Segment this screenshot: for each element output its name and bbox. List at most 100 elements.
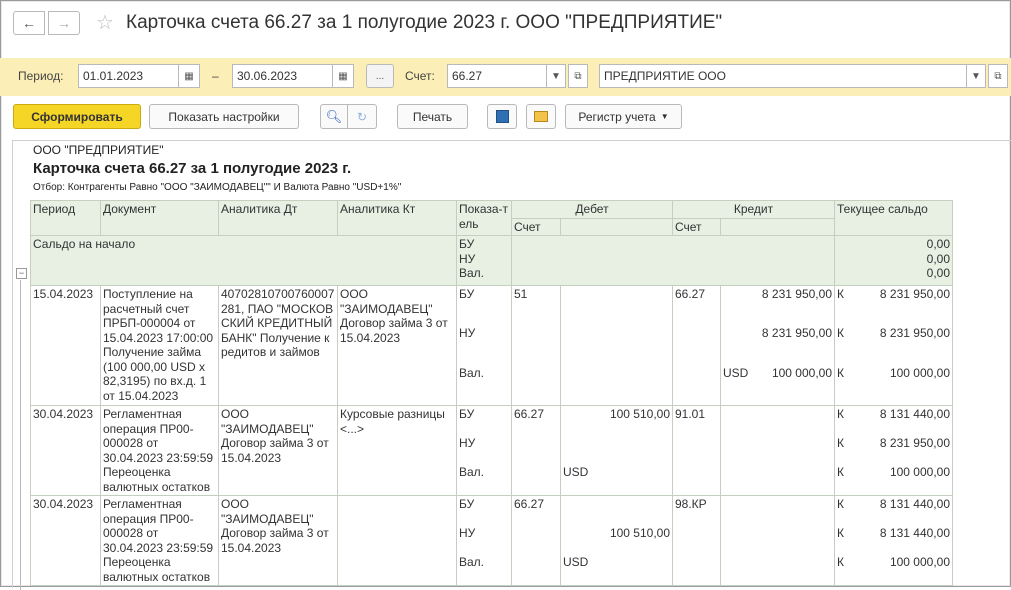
opening-value: 0,00 xyxy=(926,251,950,266)
account-open-button[interactable]: ⧉ xyxy=(568,64,588,88)
send-email-button[interactable] xyxy=(526,104,556,129)
search-button[interactable]: 🔍︎ xyxy=(320,104,348,129)
balance-value: 100 000,00 xyxy=(889,465,950,479)
debit-sum xyxy=(563,436,670,465)
row-debit-sums: 100 510,00 USD xyxy=(560,405,673,496)
opening-value: 0,00 xyxy=(926,237,950,251)
credit-sum: 100 000,00 xyxy=(771,366,832,380)
organization-input[interactable]: ПРЕДПРИЯТИЕ ООО xyxy=(599,64,967,88)
opening-empty xyxy=(511,235,835,286)
row-analytics-dt: ООО "ЗАИМОДАВЕЦ" Договор займа 3 от 15.0… xyxy=(218,495,338,586)
balance-value: 100 000,00 xyxy=(889,555,950,569)
balance-value: 8 231 950,00 xyxy=(879,287,950,301)
balance-line: К 8 131 440,00 xyxy=(837,526,950,555)
balance-side: К xyxy=(837,465,844,479)
indicator: БУ xyxy=(459,287,475,301)
row-document[interactable]: Регламентная операция ПР00-000028 от 30.… xyxy=(100,405,219,496)
table-row[interactable]: 15.04.2023 Поступление на расчетный счет… xyxy=(30,285,953,406)
table-row[interactable]: 30.04.2023 Регламентная операция ПР00-00… xyxy=(30,405,953,496)
balance-line: К 100 000,00 xyxy=(837,366,950,381)
group-collapse-toggle[interactable]: − xyxy=(16,268,27,279)
balance-side: К xyxy=(837,287,844,301)
indicator: Вал. xyxy=(459,266,485,280)
row-indicators: БУ НУ Вал. xyxy=(456,495,512,586)
header-analytics-dt: Аналитика Дт xyxy=(218,200,338,236)
indicator: БУ xyxy=(459,407,475,421)
debit-sum: 100 510,00 xyxy=(609,407,670,421)
header-analytics-kt: Аналитика Кт xyxy=(337,200,457,236)
calendar-to-button[interactable]: ▦ xyxy=(332,64,354,88)
row-analytics-dt: ООО "ЗАИМОДАВЕЦ" Договор займа 3 от 15.0… xyxy=(218,405,338,496)
debit-currency: USD xyxy=(563,555,589,569)
debit-currency: USD xyxy=(563,465,589,479)
balance-value: 8 231 950,00 xyxy=(879,326,950,340)
balance-line: К 8 131 440,00 xyxy=(837,497,950,526)
date-from-input[interactable]: 01.01.2023 xyxy=(78,64,179,88)
page-title: Карточка счета 66.27 за 1 полугодие 2023… xyxy=(126,12,723,33)
back-button[interactable]: ← xyxy=(13,11,45,35)
account-input[interactable]: 66.27 xyxy=(447,64,547,88)
floppy-disk-icon xyxy=(495,110,509,123)
credit-currency: USD xyxy=(723,366,749,380)
search-icon: 🔍︎ xyxy=(325,108,343,124)
report-filter-text: Отбор: Контрагенты Равно "ООО "ЗАИМОДАВЕ… xyxy=(33,182,402,193)
balance-side: К xyxy=(837,555,844,569)
chevron-down-icon: ▼ xyxy=(660,112,669,121)
report-area: ООО "ПРЕДПРИЯТИЕ" Карточка счета 66.27 з… xyxy=(12,140,1011,588)
save-button[interactable] xyxy=(487,104,517,129)
row-period: 30.04.2023 xyxy=(30,405,101,496)
show-settings-button[interactable]: Показать настройки xyxy=(149,104,299,129)
search-clear-button[interactable]: ↻ xyxy=(347,104,377,129)
row-document[interactable]: Регламентная операция ПР00-000028 от 30.… xyxy=(100,495,219,586)
row-balance: К 8 131 440,00 К 8 131 440,00 К 100 000,00 xyxy=(834,495,953,586)
indicator: БУ xyxy=(459,237,475,251)
report-table: Период Документ Аналитика Дт Аналитика К… xyxy=(30,200,953,586)
balance-side: К xyxy=(837,497,844,511)
row-credit-account: 98.КР xyxy=(672,495,721,586)
indicator: Вал. xyxy=(459,465,485,479)
calendar-from-button[interactable]: ▦ xyxy=(178,64,200,88)
balance-value: 8 231 950,00 xyxy=(879,436,950,450)
indicator: НУ xyxy=(459,251,476,266)
indicator: БУ xyxy=(459,497,475,511)
balance-side: К xyxy=(837,407,844,421)
balance-side: К xyxy=(837,436,844,450)
arrow-right-icon: → xyxy=(57,15,71,31)
table-header-row: Период Документ Аналитика Дт Аналитика К… xyxy=(30,200,953,236)
account-dropdown-button[interactable]: ▼ xyxy=(546,64,566,88)
date-to-input[interactable]: 30.06.2023 xyxy=(232,64,333,88)
calendar-icon: ▦ xyxy=(338,70,348,82)
row-document[interactable]: Поступление на расчетный счет ПРБП-00000… xyxy=(100,285,219,406)
forward-button[interactable]: → xyxy=(48,11,80,35)
balance-side: К xyxy=(837,326,844,340)
row-period: 30.04.2023 xyxy=(30,495,101,586)
organization-open-button[interactable]: ⧉ xyxy=(988,64,1008,88)
accounting-register-button[interactable]: Регистр учета ▼ xyxy=(565,104,682,129)
row-credit-account: 91.01 xyxy=(672,405,721,496)
indicator: Вал. xyxy=(459,555,485,569)
organization-dropdown-button[interactable]: ▼ xyxy=(966,64,986,88)
row-analytics-dt: 40702810700760007281, ПАО "МОСКОВСКИЙ КР… xyxy=(218,285,338,406)
generate-button[interactable]: Сформировать xyxy=(13,104,141,129)
header-indicator: Показа-тель xyxy=(456,200,512,236)
header-document: Документ xyxy=(100,200,219,236)
row-debit-sums: 100 510,00 USD xyxy=(560,495,673,586)
row-debit-account: 66.27 xyxy=(511,495,561,586)
balance-line: К 8 231 950,00 xyxy=(837,436,950,465)
period-dash: – xyxy=(212,69,219,83)
credit-sum: 8 231 950,00 xyxy=(761,287,832,301)
envelope-icon xyxy=(534,111,548,122)
period-select-button[interactable]: ... xyxy=(366,64,394,88)
period-label: Период: xyxy=(18,69,64,83)
balance-value: 8 131 440,00 xyxy=(879,526,950,540)
balance-line: К 100 000,00 xyxy=(837,555,950,570)
header-debit: Дебет xyxy=(511,200,673,219)
balance-line: К 8 231 950,00 xyxy=(837,326,950,366)
report-title: Карточка счета 66.27 за 1 полугодие 2023… xyxy=(33,160,352,177)
print-button[interactable]: Печать xyxy=(397,104,468,129)
table-row[interactable]: 30.04.2023 Регламентная операция ПР00-00… xyxy=(30,495,953,586)
header-credit-sum xyxy=(720,217,835,236)
favorite-star-icon[interactable]: ☆ xyxy=(96,10,114,35)
calendar-icon: ▦ xyxy=(184,70,194,82)
header-debit-account: Счет xyxy=(511,217,561,236)
